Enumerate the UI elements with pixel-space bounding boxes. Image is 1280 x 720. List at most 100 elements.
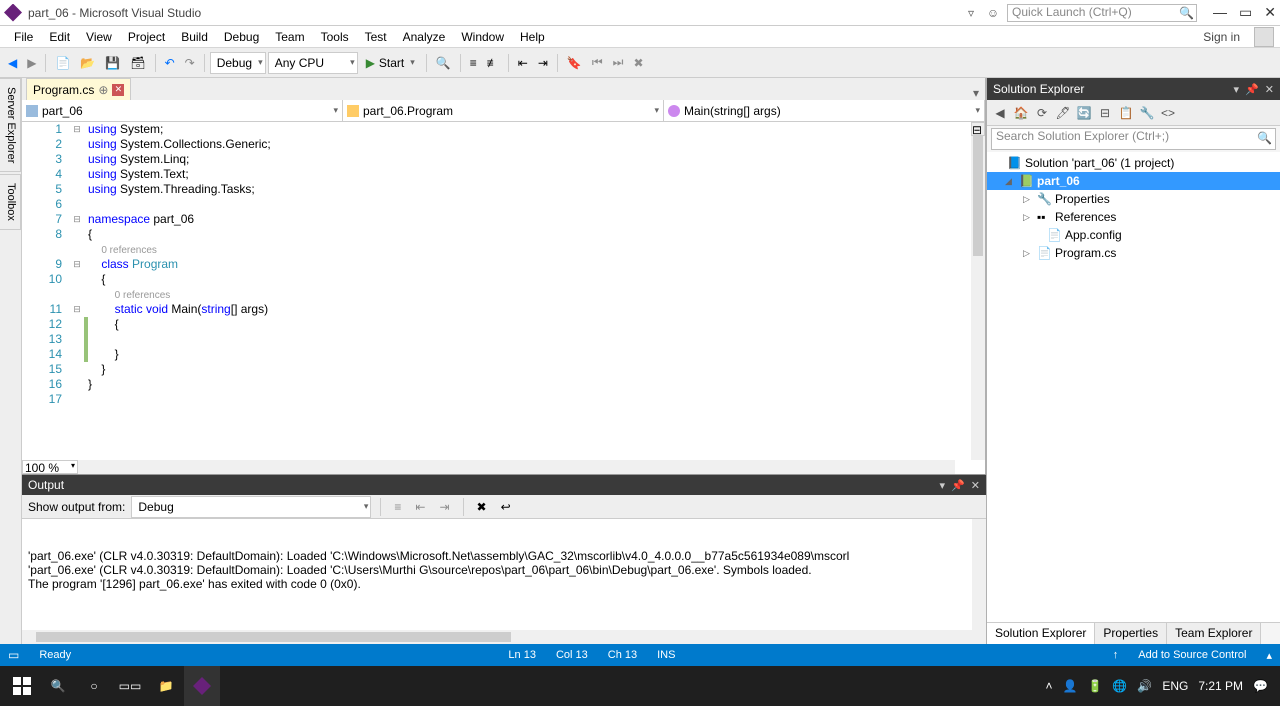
tab-solution-explorer[interactable]: Solution Explorer (987, 623, 1095, 644)
uncomment-button[interactable]: ≢ (483, 52, 503, 74)
output-dropdown-icon[interactable]: ▾ (940, 479, 946, 492)
quick-launch-input[interactable]: Quick Launch (Ctrl+Q) 🔍 (1007, 4, 1197, 22)
tray-time[interactable]: 7:21 PM (1198, 680, 1243, 693)
menu-edit[interactable]: Edit (41, 28, 78, 46)
output-header[interactable]: Output ▾ 📌 ✕ (22, 475, 986, 495)
menu-build[interactable]: Build (173, 28, 216, 46)
publish-icon[interactable]: ↑ (1113, 649, 1119, 661)
menu-analyze[interactable]: Analyze (395, 28, 454, 46)
editor-split-icon[interactable]: ⊟ (971, 122, 985, 136)
signin-link[interactable]: Sign in (1195, 28, 1248, 46)
doc-tab-program[interactable]: Program.cs ⊕ ✕ (26, 78, 131, 100)
close-tab-icon[interactable]: ✕ (112, 84, 124, 96)
sol-preview-icon[interactable]: <> (1159, 104, 1177, 122)
tab-team-explorer[interactable]: Team Explorer (1167, 623, 1261, 644)
menu-tools[interactable]: Tools (313, 28, 357, 46)
output-vscroll[interactable] (972, 519, 986, 644)
status-scc[interactable]: Add to Source Control (1138, 649, 1246, 661)
sol-pending-icon[interactable]: 🖊 (1054, 104, 1072, 122)
solution-explorer-header[interactable]: Solution Explorer ▾ 📌 ✕ (987, 78, 1280, 100)
comment-button[interactable]: ≡ (466, 52, 481, 74)
nav-member-dropdown[interactable]: Main(string[] args) (664, 100, 985, 121)
tab-overflow-icon[interactable]: ▾ (967, 86, 985, 100)
save-all-button[interactable]: 🗃 (126, 52, 149, 74)
tree-appconfig[interactable]: 📄 App.config (987, 226, 1280, 244)
tray-lang[interactable]: ENG (1162, 679, 1188, 693)
visual-studio-button[interactable] (184, 666, 220, 706)
output-hscroll[interactable] (22, 630, 972, 644)
platform-dropdown[interactable]: Any CPU (268, 52, 358, 74)
output-clear-button[interactable]: ✖ (473, 496, 491, 518)
tree-solution[interactable]: 📘 Solution 'part_06' (1 project) (987, 154, 1280, 172)
output-prev-button[interactable]: ⇤ (411, 496, 429, 518)
scc-dropdown-icon[interactable]: ▴ (1266, 649, 1272, 662)
minimize-button[interactable]: — (1213, 4, 1227, 21)
save-button[interactable]: 💾 (101, 52, 124, 74)
tree-properties[interactable]: ▷ 🔧 Properties (987, 190, 1280, 208)
tree-programcs[interactable]: ▷ 📄 Program.cs (987, 244, 1280, 262)
tray-network-icon[interactable]: 🌐 (1112, 679, 1127, 693)
output-close-icon[interactable]: ✕ (971, 479, 980, 492)
new-project-button[interactable]: 📄 (51, 52, 74, 74)
sol-collapse-icon[interactable]: ⊟ (1096, 104, 1114, 122)
tree-references[interactable]: ▷ ▪▪ References (987, 208, 1280, 226)
tray-notifications-icon[interactable]: 💬 (1253, 679, 1268, 693)
tab-properties[interactable]: Properties (1095, 623, 1167, 644)
avatar-icon[interactable] (1254, 27, 1274, 47)
expand-icon[interactable]: ▷ (1023, 194, 1033, 205)
pin-icon[interactable]: ⊕ (98, 83, 108, 97)
code-body[interactable]: using System;using System.Collections.Ge… (88, 122, 985, 460)
output-wrap-button[interactable]: ↩ (497, 496, 515, 518)
system-tray[interactable]: ˄ 👤 🔋 🌐 🔊 ENG 7:21 PM 💬 (1046, 679, 1277, 693)
feedback-icon[interactable]: ☺ (985, 5, 1001, 21)
nav-back-button[interactable]: ◀ (4, 52, 21, 74)
sol-show-all-icon[interactable]: 📋 (1117, 104, 1135, 122)
expand-icon[interactable]: ▷ (1023, 248, 1033, 259)
config-dropdown[interactable]: Debug (210, 52, 266, 74)
sol-sync-icon[interactable]: ⟳ (1033, 104, 1051, 122)
sol-back-icon[interactable]: ◀ (991, 104, 1009, 122)
output-find-button[interactable]: ≡ (390, 496, 405, 518)
nav-class-dropdown[interactable]: part_06.Program (343, 100, 664, 121)
nav-fwd-button[interactable]: ▶ (23, 52, 40, 74)
notifications-icon[interactable]: ▿ (963, 5, 979, 21)
bookmark-button[interactable]: 🔖 (563, 52, 586, 74)
indent-more-button[interactable]: ⇥ (534, 52, 552, 74)
server-explorer-tab[interactable]: Server Explorer (0, 78, 21, 172)
undo-button[interactable]: ↶ (161, 52, 179, 74)
clear-bookmarks-button[interactable]: ✖ (629, 52, 647, 74)
tray-battery-icon[interactable]: 🔋 (1087, 679, 1102, 693)
menu-window[interactable]: Window (453, 28, 512, 46)
nav-project-dropdown[interactable]: part_06 (22, 100, 343, 121)
expand-icon[interactable]: ◢ (1005, 176, 1015, 187)
expand-icon[interactable]: ▷ (1023, 212, 1033, 223)
sol-refresh-icon[interactable]: 🔄 (1075, 104, 1093, 122)
maximize-button[interactable]: ▭ (1239, 4, 1252, 21)
open-file-button[interactable]: 📂 (76, 52, 99, 74)
tray-volume-icon[interactable]: 🔊 (1137, 679, 1152, 693)
browse-button[interactable]: 🔍 (432, 52, 455, 74)
sol-pin-icon[interactable]: 📌 (1245, 83, 1259, 96)
sol-close-icon[interactable]: ✕ (1265, 83, 1274, 96)
menu-team[interactable]: Team (267, 28, 312, 46)
sol-properties-icon[interactable]: 🔧 (1138, 104, 1156, 122)
menu-view[interactable]: View (78, 28, 120, 46)
fold-gutter[interactable]: ⊟⊟⊟⊟ (70, 122, 84, 460)
output-body[interactable]: 'part_06.exe' (CLR v4.0.30319: DefaultDo… (22, 519, 986, 644)
zoom-dropdown[interactable]: 100 % (22, 460, 78, 474)
search-button[interactable]: 🔍 (40, 666, 76, 706)
start-button[interactable]: ▶Start▾ (360, 52, 421, 74)
menu-help[interactable]: Help (512, 28, 553, 46)
output-next-button[interactable]: ⇥ (435, 496, 453, 518)
tray-people-icon[interactable]: 👤 (1063, 679, 1078, 693)
editor-hscroll[interactable]: 100 % (22, 460, 955, 474)
tray-up-icon[interactable]: ˄ (1046, 679, 1053, 693)
menu-test[interactable]: Test (357, 28, 395, 46)
menu-file[interactable]: File (6, 28, 41, 46)
file-explorer-button[interactable]: 📁 (148, 666, 184, 706)
sol-dropdown-icon[interactable]: ▾ (1234, 83, 1240, 96)
start-menu-button[interactable] (4, 666, 40, 706)
code-editor[interactable]: 1234567891011121314151617 ⊟⊟⊟⊟ using Sys… (22, 122, 985, 460)
prev-bookmark-button[interactable]: ⏮ (588, 52, 607, 74)
close-button[interactable]: ✕ (1264, 4, 1276, 21)
